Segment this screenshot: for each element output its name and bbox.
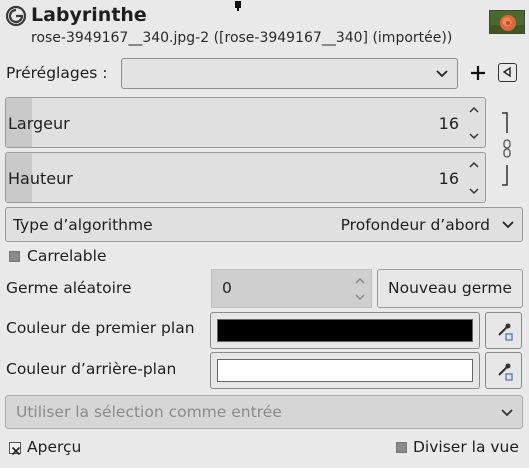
triangle-menu-icon <box>502 66 511 78</box>
height-label: Hauteur <box>8 169 73 188</box>
width-spinscale[interactable]: Largeur 16 <box>5 97 486 148</box>
split-view-label[interactable]: Diviser la vue <box>413 438 519 456</box>
background-color-button[interactable] <box>210 352 480 389</box>
eyedropper-icon <box>498 363 513 381</box>
background-color-label: Couleur d’arrière-plan <box>6 360 177 378</box>
eyedropper-icon <box>498 323 513 341</box>
preview-label[interactable]: Aperçu <box>27 438 81 456</box>
presets-label: Préréglages : <box>6 64 108 82</box>
selection-input-label: Utiliser la sélection comme entrée <box>16 403 282 421</box>
foreground-color-swatch <box>217 319 473 342</box>
seed-stepper[interactable] <box>353 274 367 304</box>
foreground-color-button[interactable] <box>210 312 480 349</box>
split-view-checkbox[interactable] <box>396 442 407 453</box>
seed-value: 0 <box>222 279 232 297</box>
foreground-color-picker-button[interactable] <box>485 312 522 349</box>
seed-label: Germe aléatoire <box>6 279 132 297</box>
cursor-icon <box>232 0 244 11</box>
width-stepper[interactable] <box>467 102 481 144</box>
height-stepper[interactable] <box>467 157 481 199</box>
chevron-down-icon <box>501 215 515 237</box>
plus-icon <box>471 66 485 80</box>
image-subtitle: rose-3949167__340.jpg-2 ([rose-3949167__… <box>31 30 453 46</box>
seed-input[interactable]: 0 <box>211 269 372 308</box>
chevron-down-icon <box>500 403 514 425</box>
presets-dropdown[interactable] <box>121 58 458 89</box>
width-label: Largeur <box>8 114 70 133</box>
chevron-down-icon <box>435 64 449 86</box>
tileable-checkbox[interactable] <box>9 251 20 262</box>
algorithm-label: Type d’algorithme <box>13 216 153 234</box>
background-color-picker-button[interactable] <box>485 352 522 389</box>
manage-presets-button[interactable] <box>498 63 517 82</box>
preview-checkbox[interactable] <box>9 442 21 456</box>
selection-input-dropdown[interactable]: Utiliser la sélection comme entrée <box>5 395 523 429</box>
tileable-label[interactable]: Carrelable <box>27 247 106 265</box>
add-preset-button[interactable] <box>467 59 489 87</box>
image-thumbnail <box>489 10 525 34</box>
chain-link-icon[interactable] <box>499 111 515 189</box>
width-value: 16 <box>438 114 459 133</box>
algorithm-dropdown[interactable]: Type d’algorithme Profondeur d’abord <box>5 207 523 242</box>
height-value: 16 <box>438 169 459 188</box>
foreground-color-label: Couleur de premier plan <box>6 319 195 337</box>
height-spinscale[interactable]: Hauteur 16 <box>5 152 486 203</box>
gimp-logo-icon <box>5 5 27 27</box>
new-seed-button[interactable]: Nouveau germe <box>377 269 523 308</box>
algorithm-value: Profondeur d’abord <box>340 216 490 234</box>
background-color-swatch <box>217 359 473 382</box>
dialog-title: Labyrinthe <box>31 4 147 26</box>
